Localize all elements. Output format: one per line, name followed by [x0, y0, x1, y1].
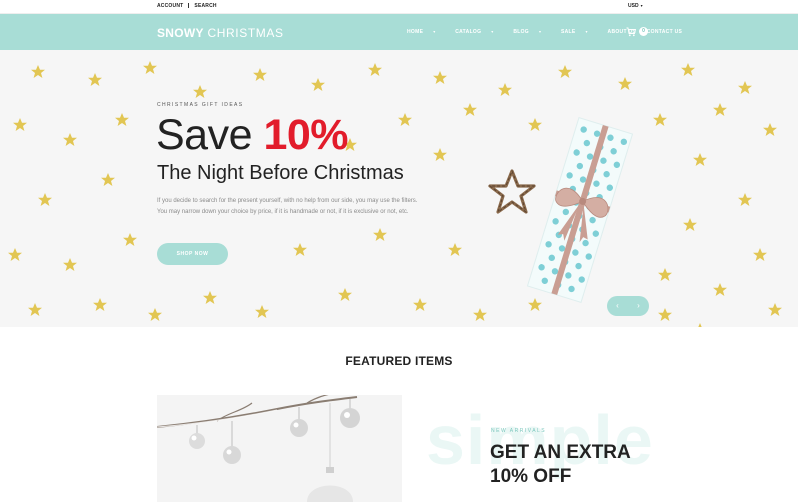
account-links: ACCOUNT SEARCH — [157, 3, 217, 9]
hero-description: If you decide to search for the present … — [157, 198, 418, 215]
search-link[interactable]: SEARCH — [194, 3, 216, 9]
hero-banner: CHRISTMAS GIFT IDEAS Save 10% The Night … — [0, 50, 798, 327]
account-link[interactable]: ACCOUNT — [157, 3, 183, 9]
nav-item-home[interactable]: HOME ▾ — [407, 29, 445, 35]
nav-item-sale[interactable]: SALE ▾ — [561, 29, 597, 35]
hero-eyebrow: CHRISTMAS GIFT IDEAS — [157, 102, 244, 108]
save-text: Save — [156, 111, 253, 159]
currency-selector[interactable]: USD ▾ — [628, 3, 643, 9]
divider — [188, 3, 190, 9]
promo-headline-line1: GET AN EXTRA — [490, 442, 631, 463]
nav-item-catalog[interactable]: CATALOG ▾ — [455, 29, 502, 35]
star-pattern-background — [8, 61, 782, 327]
site-header: SNOWY CHRISTMAS HOME ▾ CATALOG ▾ BLOG ▾ SAL… — [0, 14, 798, 50]
logo-bold-text: SNOWY — [157, 26, 204, 40]
gift-box-image — [488, 117, 634, 303]
stars-group — [8, 61, 782, 327]
cart-button[interactable]: 0 — [626, 26, 650, 38]
featured-items-title: FEATURED ITEMS — [345, 354, 453, 368]
promo-headline-line2: 10% OFF — [490, 466, 572, 487]
ornaments-illustration — [157, 395, 402, 502]
ornament-product-image[interactable] — [157, 395, 402, 502]
logo-light-text: CHRISTMAS — [207, 26, 284, 40]
arrow-right-icon[interactable]: › — [628, 296, 649, 316]
discount-percent: 10% — [263, 111, 349, 159]
gift-box — [526, 117, 634, 303]
slider-arrows: ‹ › — [607, 296, 649, 316]
hero-subtitle: The Night Before Christmas — [157, 162, 404, 184]
promo-banner[interactable]: simple NEW ARRIVALS GET AN EXTRA 10% OFF — [420, 395, 720, 502]
shop-now-button[interactable]: SHOP NOW — [157, 243, 228, 265]
nav-item-blog[interactable]: BLOG ▾ — [513, 29, 550, 35]
nav-item-contact[interactable]: CONTACT US — [647, 29, 682, 35]
chevron-down-icon: ▾ — [640, 3, 643, 8]
site-logo[interactable]: SNOWY CHRISTMAS — [157, 26, 284, 40]
chevron-down-icon: ▾ — [538, 29, 542, 34]
arrow-left-icon[interactable]: ‹ — [607, 296, 628, 316]
hero-headline: Save 10% — [156, 111, 349, 159]
twig-star-ornament — [488, 169, 536, 214]
cart-icon — [626, 27, 636, 37]
chevron-down-icon: ▾ — [433, 29, 436, 34]
top-utility-bar: ACCOUNT SEARCH USD ▾ — [0, 0, 798, 14]
currency-label: USD — [628, 3, 639, 9]
promo-eyebrow: NEW ARRIVALS — [491, 428, 547, 434]
cart-count-badge: 0 — [639, 27, 648, 36]
chevron-down-icon: ▾ — [585, 29, 588, 34]
chevron-down-icon: ▾ — [491, 29, 494, 34]
